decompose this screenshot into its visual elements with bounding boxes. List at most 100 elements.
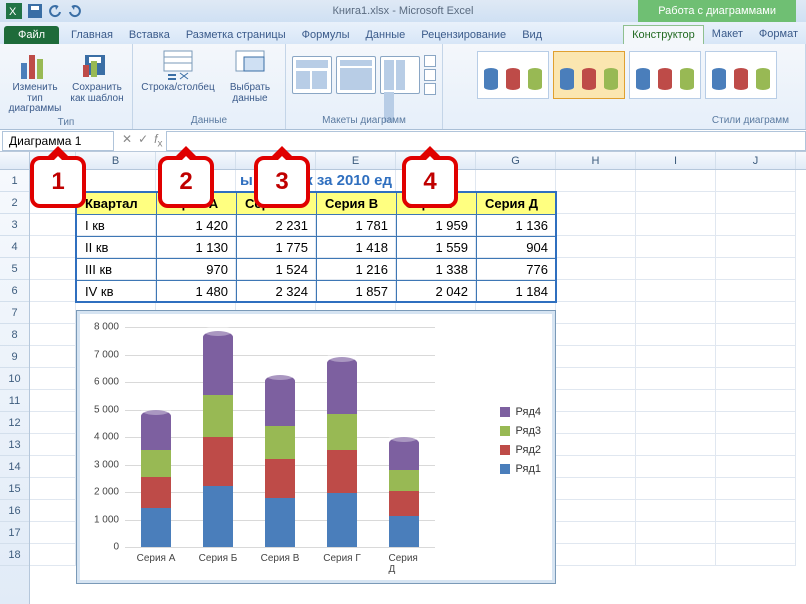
layout-thumb[interactable]: [380, 56, 420, 94]
select-data-icon: [234, 49, 266, 81]
fx-icon[interactable]: fx: [154, 132, 162, 149]
ribbon: Изменить тип диаграммы Сохранить как шаб…: [0, 44, 806, 130]
group-label-layouts: Макеты диаграмм: [322, 113, 406, 126]
row-header[interactable]: 17: [0, 522, 29, 544]
x-tick-label: Серия А: [137, 553, 176, 564]
group-label-type: Тип: [58, 115, 75, 128]
y-tick-label: 8 000: [94, 322, 119, 333]
row-header[interactable]: 12: [0, 412, 29, 434]
row-header[interactable]: 6: [0, 280, 29, 302]
excel-icon: X: [6, 3, 22, 19]
enter-icon[interactable]: ✓: [138, 132, 148, 149]
row-header[interactable]: 3: [0, 214, 29, 236]
tab-Вид[interactable]: Вид: [514, 26, 550, 44]
chart-plot-area: 01 0002 0003 0004 0005 0006 0007 0008 00…: [125, 327, 435, 547]
chart-bar: [141, 410, 171, 547]
quick-access-toolbar: X: [0, 3, 82, 19]
tab-Формулы[interactable]: Формулы: [294, 26, 358, 44]
row-header[interactable]: 9: [0, 346, 29, 368]
row-header[interactable]: 7: [0, 302, 29, 324]
table-header: Серия Д: [477, 193, 557, 215]
formula-input[interactable]: [166, 131, 806, 151]
row-header[interactable]: 10: [0, 368, 29, 390]
column-header[interactable]: G: [476, 152, 556, 169]
y-tick-label: 1 000: [94, 514, 119, 525]
y-tick-label: 5 000: [94, 404, 119, 415]
style-thumb[interactable]: [477, 51, 549, 99]
chart-layout-gallery[interactable]: [292, 47, 436, 103]
row-header[interactable]: 15: [0, 478, 29, 500]
legend-item: Ряд3: [500, 423, 541, 439]
worksheet: ABCDEFGHIJ 123456789101112131415161718 ы…: [0, 152, 806, 604]
tab-Данные[interactable]: Данные: [357, 26, 413, 44]
annotation-callout: 3: [254, 156, 310, 208]
change-chart-type-button[interactable]: Изменить тип диаграммы: [6, 47, 64, 115]
row-header[interactable]: 13: [0, 434, 29, 456]
chart-bar: [265, 375, 295, 547]
select-all-corner[interactable]: [0, 152, 30, 169]
chart-style-gallery[interactable]: [471, 47, 777, 103]
column-header[interactable]: E: [316, 152, 396, 169]
group-type: Изменить тип диаграммы Сохранить как шаб…: [0, 44, 133, 129]
redo-icon[interactable]: [68, 4, 82, 18]
select-data-button[interactable]: Выбрать данные: [221, 47, 279, 104]
layout-thumb[interactable]: [292, 56, 332, 94]
switch-row-column-button[interactable]: Строка/столбец: [139, 47, 217, 94]
row-header[interactable]: 14: [0, 456, 29, 478]
context-tab-title: Работа с диаграммами: [638, 0, 796, 22]
group-chart-layouts: Макеты диаграмм: [286, 44, 443, 129]
tab-file[interactable]: Файл: [4, 26, 59, 44]
y-tick-label: 4 000: [94, 432, 119, 443]
table-row: III кв9701 5241 2161 338776: [77, 259, 557, 281]
row-header[interactable]: 16: [0, 500, 29, 522]
chart-object[interactable]: 01 0002 0003 0004 0005 0006 0007 0008 00…: [76, 310, 556, 584]
style-thumb[interactable]: [629, 51, 701, 99]
column-header[interactable]: B: [76, 152, 156, 169]
column-header[interactable]: H: [556, 152, 636, 169]
table-row: I кв1 4202 2311 7811 9591 136: [77, 215, 557, 237]
chart-type-icon: [19, 49, 51, 81]
legend-item: Ряд1: [500, 461, 541, 477]
table-header: Серия В: [317, 193, 397, 215]
save-icon[interactable]: [28, 4, 42, 18]
layout-thumb[interactable]: [336, 56, 376, 94]
tab-Рецензирование[interactable]: Рецензирование: [413, 26, 514, 44]
column-header[interactable]: I: [636, 152, 716, 169]
legend-item: Ряд4: [500, 404, 541, 420]
row-header[interactable]: 8: [0, 324, 29, 346]
row-header[interactable]: 5: [0, 258, 29, 280]
undo-icon[interactable]: [48, 4, 62, 18]
row-headers: 123456789101112131415161718: [0, 170, 30, 604]
table-row: IV кв1 4802 3241 8572 0421 184: [77, 281, 557, 303]
tab-Разметка страницы[interactable]: Разметка страницы: [178, 26, 294, 44]
tab-Конструктор[interactable]: Конструктор: [623, 25, 704, 44]
tab-Главная[interactable]: Главная: [63, 26, 121, 44]
y-tick-label: 6 000: [94, 377, 119, 388]
chart-bar: [203, 331, 233, 547]
row-header[interactable]: 18: [0, 544, 29, 566]
style-thumb[interactable]: [705, 51, 777, 99]
tab-Формат[interactable]: Формат: [751, 25, 806, 44]
style-thumb[interactable]: [553, 51, 625, 99]
save-as-template-button[interactable]: Сохранить как шаблон: [68, 47, 126, 104]
cell-grid[interactable]: ы продаж за 2010 ед Квартал Серия А Серия …: [30, 170, 806, 604]
scroll-up-icon[interactable]: [424, 55, 436, 67]
column-header[interactable]: J: [716, 152, 796, 169]
row-header[interactable]: 11: [0, 390, 29, 412]
group-label-data: Данные: [191, 113, 227, 126]
row-header[interactable]: 1: [0, 170, 29, 192]
more-icon[interactable]: [424, 83, 436, 95]
scroll-down-icon[interactable]: [424, 69, 436, 81]
tab-Вставка[interactable]: Вставка: [121, 26, 178, 44]
row-header[interactable]: 2: [0, 192, 29, 214]
group-chart-styles: Стили диаграмм: [443, 44, 806, 129]
y-tick-label: 3 000: [94, 459, 119, 470]
sheet-title-text: ы продаж за 2010 ед: [76, 170, 556, 192]
table-header: Квартал: [77, 193, 157, 215]
cancel-icon[interactable]: ✕: [122, 132, 132, 149]
y-tick-label: 2 000: [94, 487, 119, 498]
formula-bar: Диаграмма 1 ✕ ✓ fx: [0, 130, 806, 152]
tab-Макет[interactable]: Макет: [704, 25, 751, 44]
document-title: Книга1.xlsx - Microsoft Excel: [333, 5, 474, 17]
row-header[interactable]: 4: [0, 236, 29, 258]
